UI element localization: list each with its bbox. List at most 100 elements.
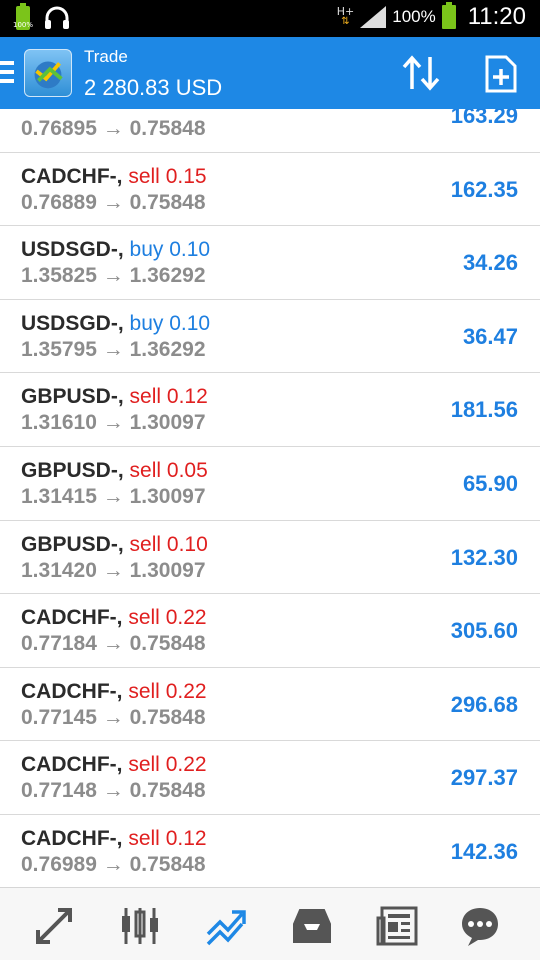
position-prices: 1.35825 → 1.36292 — [21, 264, 206, 288]
position-side: sell — [128, 164, 160, 188]
position-profit: 142.36 — [450, 838, 518, 864]
position-side: buy — [129, 311, 164, 335]
position-symbol: USDSGD-, — [21, 311, 124, 335]
trade-icon[interactable] — [204, 904, 248, 948]
position-prices: 0.76889 → 0.75848 — [21, 191, 206, 215]
position-prices: 0.77184 → 0.75848 — [21, 632, 206, 656]
position-side: sell — [128, 826, 160, 850]
position-prices: 1.31610 → 1.30097 — [21, 411, 206, 435]
battery-icon — [441, 2, 456, 29]
position-side: sell — [129, 458, 162, 482]
headphones-icon — [45, 6, 69, 29]
position-symbol: CADCHF-, — [21, 606, 123, 630]
position-symbol: GBPUSD-, — [21, 385, 124, 409]
quotes-icon[interactable] — [32, 904, 76, 948]
position-volume: 0.10 — [166, 532, 208, 556]
news-icon[interactable] — [376, 904, 420, 948]
position-title: CADCHF-, sell 0.12 — [21, 827, 207, 851]
position-prices: 1.31420 → 1.30097 — [21, 559, 206, 583]
position-side: sell — [128, 606, 160, 630]
arrow-icon: → — [102, 190, 124, 214]
current-price: 1.30097 — [129, 411, 206, 435]
current-price: 1.30097 — [129, 558, 206, 582]
current-price: 1.36292 — [129, 337, 206, 361]
position-prices: 0.76895 → 0.75848 — [21, 117, 206, 141]
app-bar: Trade 2 280.83 USD — [0, 37, 540, 109]
clock: 11:20 — [467, 3, 526, 30]
position-profit: 162.35 — [450, 176, 518, 202]
metatrader-logo[interactable] — [24, 49, 72, 97]
position-row[interactable]: CADCHF-, sell 0.22 0.77148 → 0.75848 297.3… — [0, 741, 540, 815]
position-side: buy — [129, 238, 164, 262]
position-volume: 0.15 — [165, 164, 207, 188]
position-row[interactable]: CADCHF-, sell 0.15 0.76889 → 0.75848 162.3… — [0, 152, 540, 227]
history-icon[interactable] — [290, 904, 334, 948]
arrow-icon: → — [102, 852, 124, 876]
current-price: 1.30097 — [129, 484, 206, 508]
arrow-icon: → — [102, 484, 124, 508]
position-profit: 181.56 — [450, 397, 518, 423]
network-type-icon: H+ ⇅ — [336, 5, 355, 27]
menu-icon[interactable] — [0, 61, 14, 85]
status-bar: 100% H+ ⇅ 100% 11:20 — [0, 0, 540, 37]
position-title: USDSGD-, buy 0.10 — [21, 312, 210, 336]
sort-icon[interactable] — [400, 55, 442, 91]
position-title: CADCHF-, sell 0.22 — [21, 606, 207, 630]
position-profit: 36.47 — [462, 323, 518, 349]
arrow-icon: → — [102, 264, 124, 288]
position-title: GBPUSD-, sell 0.12 — [21, 385, 208, 409]
position-row[interactable]: GBPUSD-, sell 0.12 1.31610 → 1.30097 181.5… — [0, 373, 540, 447]
current-price: 0.75848 — [129, 190, 206, 214]
messages-icon[interactable] — [458, 904, 502, 948]
open-price: 0.76889 — [21, 190, 97, 214]
position-profit: 305.60 — [450, 618, 518, 644]
position-row[interactable]: USDSGD-, buy 0.10 1.35795 → 1.36292 36.47 — [0, 299, 540, 374]
account-balance: 2 280.83 USD — [84, 75, 223, 100]
position-row[interactable]: CADCHF-, sell 0.22 0.77184 → 0.75848 305.6… — [0, 594, 540, 668]
bottom-nav — [0, 887, 540, 960]
position-title: CADCHF-, sell 0.22 — [21, 753, 207, 777]
position-title: GBPUSD-, sell 0.10 — [21, 533, 208, 557]
arrow-icon: → — [102, 558, 124, 582]
position-profit: 296.68 — [450, 691, 518, 717]
battery-percent: 100% — [392, 7, 436, 26]
position-prices: 1.35795 → 1.36292 — [21, 338, 206, 362]
battery-small-label: 100% — [13, 21, 34, 29]
open-price: 1.35825 — [21, 264, 97, 288]
open-price: 1.35795 — [21, 337, 97, 361]
position-symbol: CADCHF-, — [21, 679, 123, 703]
position-row[interactable]: USDSGD-, buy 0.10 1.35825 → 1.36292 34.26 — [0, 226, 540, 300]
arrow-icon: → — [102, 117, 124, 140]
chart-icon[interactable] — [118, 904, 162, 948]
page-title: Trade — [84, 47, 128, 66]
position-row[interactable]: GBPUSD-, sell 0.10 1.31420 → 1.30097 132.3… — [0, 520, 540, 595]
position-title: USDSGD-, buy 0.10 — [21, 238, 210, 262]
position-title: GBPUSD-, sell 0.05 — [21, 459, 208, 483]
open-price: 0.76895 — [21, 117, 97, 140]
position-volume: 0.22 — [165, 679, 207, 703]
position-prices: 0.76989 → 0.75848 — [21, 853, 206, 877]
position-profit: 132.30 — [450, 544, 518, 570]
new-order-icon[interactable] — [484, 55, 518, 93]
arrow-icon: → — [102, 411, 124, 435]
position-side: sell — [129, 385, 162, 409]
current-price: 0.75848 — [129, 779, 206, 803]
position-volume: 0.12 — [165, 826, 207, 850]
signal-icon — [360, 6, 387, 28]
position-side: sell — [128, 753, 160, 777]
position-row[interactable]: CADCHF-, sell 0.22 0.77145 → 0.75848 296.6… — [0, 667, 540, 742]
position-title: CADCHF-, sell 0.22 — [21, 680, 207, 704]
position-row[interactable]: CADCHF-, sell 0.12 0.76989 → 0.75848 142.3… — [0, 814, 540, 889]
position-symbol: CADCHF-, — [21, 826, 123, 850]
position-title: CADCHF-, sell 0.15 — [21, 165, 207, 189]
current-price: 0.75848 — [129, 117, 206, 140]
position-row[interactable]: GBPUSD-, sell 0.05 1.31415 → 1.30097 65.90 — [0, 446, 540, 521]
position-symbol: GBPUSD-, — [21, 532, 124, 556]
current-price: 0.75848 — [129, 632, 206, 656]
position-volume: 0.10 — [169, 238, 211, 262]
position-symbol: CADCHF-, — [21, 164, 123, 188]
position-volume: 0.05 — [166, 458, 208, 482]
battery-small-icon: 100% — [13, 3, 34, 30]
position-side: sell — [129, 532, 162, 556]
positions-list: CADCHF-, sell 0.150.76895 → 0.75848163.2… — [0, 79, 540, 889]
